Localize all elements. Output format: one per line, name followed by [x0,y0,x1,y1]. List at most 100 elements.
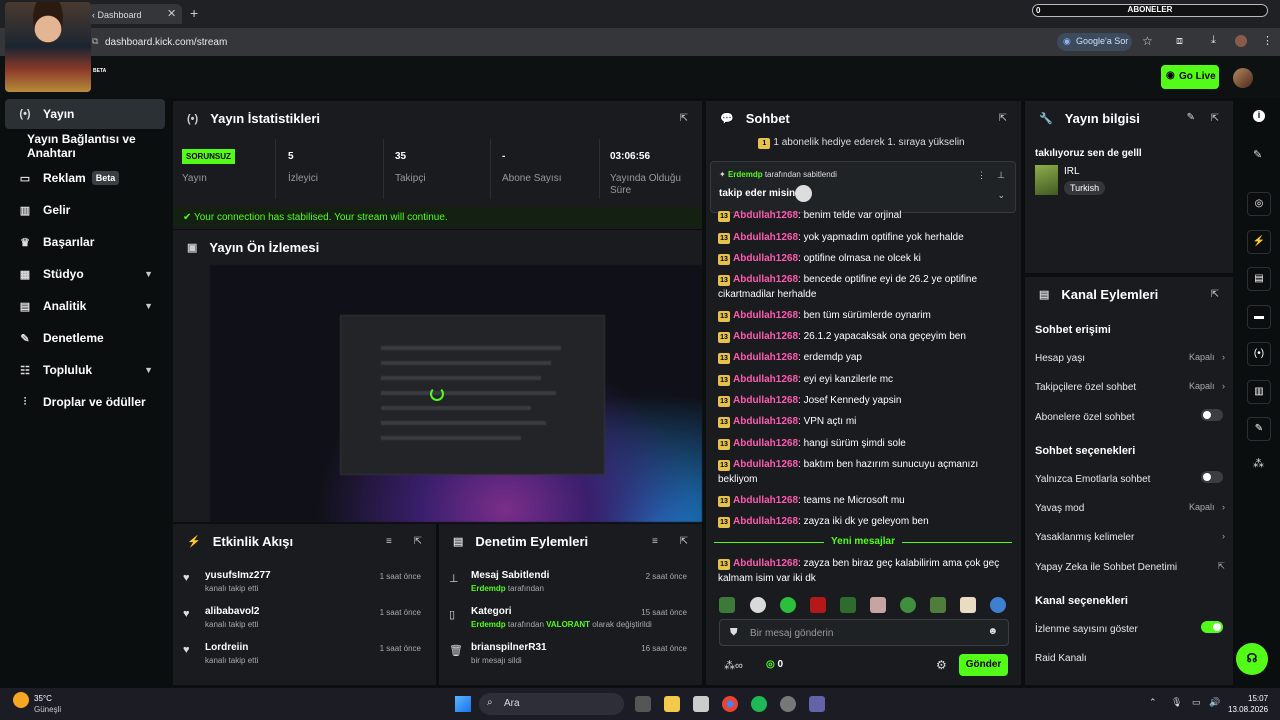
setting-account-age[interactable]: Hesap yaşı Kapalı › [1035,352,1225,364]
taskbar-search[interactable]: ⌕ Ara [479,693,624,715]
chat-username[interactable]: Abdullah1268 [733,438,798,449]
gift-banner[interactable]: 11 abonelik hediye ederek 1. sıraya yüks… [708,137,1015,155]
windows-start-icon[interactable] [455,696,471,712]
chat-username[interactable]: Abdullah1268 [733,395,798,406]
popout-icon[interactable]: ⇱ [1211,289,1219,300]
rail-chat-button[interactable]: ▬ [1247,305,1271,329]
setting-banned-words[interactable]: Yasaklanmış kelimeler › [1035,531,1225,543]
community-icon[interactable]: ⁂ [1253,457,1264,470]
extensions-icon[interactable]: ⧈ [1176,35,1183,48]
setting-slow-mode[interactable]: Yavaş mod Kapalı › [1035,502,1225,514]
emote-8[interactable] [930,597,946,613]
rail-info-button[interactable]: ✎ [1247,417,1271,441]
send-button[interactable]: Gönder [959,654,1008,676]
chat-username[interactable]: Abdullah1268 [733,495,798,506]
app-icon[interactable] [780,696,796,712]
emote-only-toggle[interactable] [1201,471,1223,483]
task-view-icon[interactable] [635,696,651,712]
subs-only-toggle[interactable] [1201,409,1223,421]
volume-icon[interactable]: 🔊 [1209,697,1220,708]
download-icon[interactable]: ⤓ [1211,34,1216,47]
emote-2[interactable] [750,597,766,613]
chat-input[interactable]: ⛊ Bir mesaj gönderin ☻ [719,619,1009,646]
chat-username[interactable]: Abdullah1268 [733,210,798,221]
emote-1[interactable] [719,597,735,613]
rail-moderation-button[interactable]: ▤ [1247,267,1271,291]
chat-username[interactable]: Abdullah1268 [733,352,798,363]
sidebar-item-stream[interactable]: (•) Yayın [5,99,165,129]
new-messages-divider[interactable]: Yeni mesajlar [714,536,1012,547]
rail-actions-button[interactable]: ▥ [1247,380,1271,404]
emote-3[interactable] [780,597,796,613]
teams-icon[interactable] [809,696,825,712]
pencil-icon[interactable]: ✎ [1253,148,1262,161]
sidebar-item-moderation[interactable]: ✎ Denetleme [5,323,165,353]
rail-stream-button[interactable]: (•) [1247,342,1271,366]
edit-icon[interactable]: ✎ [1187,112,1195,123]
microphone-icon[interactable]: 🎙 [1171,697,1182,708]
emote-10[interactable] [990,597,1006,613]
info-icon[interactable]: i [1253,110,1265,122]
emote-6[interactable] [870,597,886,613]
url-field[interactable]: dashboard.kick.com/stream [105,37,227,48]
google-ask-button[interactable]: ◉ Google'a Sor [1057,33,1132,51]
sidebar-item-community[interactable]: ☷ Topluluk ▼ [5,355,165,385]
setting-followers-only[interactable]: Takipçilere özel sohbet Kapalı › [1035,381,1225,393]
chat-username[interactable]: Abdullah1268 [733,310,798,321]
stream-preview-video[interactable] [210,265,702,522]
popout-icon[interactable]: ⇱ [414,536,422,547]
clock-date[interactable]: 13.08.2026 [1228,705,1268,714]
emote-9[interactable] [960,597,976,613]
weather-icon[interactable] [13,692,29,708]
emote-7[interactable] [900,597,916,613]
help-button[interactable]: ☊ [1236,643,1268,675]
file-explorer-icon[interactable] [664,696,680,712]
popout-icon[interactable]: ⇱ [1211,113,1219,124]
sidebar-item-ads[interactable]: ▭ Reklam Beta [5,163,165,193]
sidebar-item-drops[interactable]: ⫶ Droplar ve ödüller [5,387,165,417]
chevron-down-icon[interactable]: ⌄ [997,190,1005,201]
menu-icon[interactable]: ⋮ [1262,34,1273,47]
category-name[interactable]: IRL [1064,166,1080,177]
emote-4[interactable] [810,597,826,613]
popout-icon[interactable]: ⇱ [999,113,1007,124]
chat-username[interactable]: Abdullah1268 [733,558,798,569]
filter-icon[interactable]: ≡ [386,536,392,547]
chevron-up-icon[interactable]: ⌃ [1149,697,1157,708]
chat-username[interactable]: Abdullah1268 [733,274,798,285]
bookmark-star-icon[interactable]: ☆ [1142,34,1153,48]
setting-ai-moderation[interactable]: Yapay Zeka ile Sohbet Denetimi ⇱ [1035,561,1225,573]
profile-avatar[interactable] [1235,35,1247,47]
rail-preview-button[interactable]: ◎ [1247,192,1271,216]
go-live-button[interactable]: ◉ Go Live [1161,65,1219,89]
clock-time[interactable]: 15:07 [1248,694,1268,703]
chat-username[interactable]: Abdullah1268 [733,232,798,243]
moderation-user[interactable]: Erdemdp [471,620,506,629]
unpin-icon[interactable]: ⊥ [997,170,1005,181]
show-viewers-toggle[interactable] [1201,621,1223,633]
community-icon[interactable]: ⁂∞ [724,659,743,672]
emoji-icon[interactable]: ☻ [987,626,998,637]
chat-username[interactable]: Abdullah1268 [733,459,798,470]
sidebar-item-achievements[interactable]: ♛ Başarılar [5,227,165,257]
sidebar-item-analytics[interactable]: ▤ Analitik ▼ [5,291,165,321]
filter-icon[interactable]: ≡ [652,536,658,547]
sidebar-item-revenue[interactable]: ▥ Gelir [5,195,165,225]
new-tab-icon[interactable]: + [190,5,198,21]
site-info-icon[interactable]: ⧉ [92,36,98,47]
sidebar-item-studio[interactable]: ▦ Stüdyo ▼ [5,259,165,289]
setting-raid[interactable]: Raid Kanalı [1035,653,1225,664]
tab-close-icon[interactable]: ✕ [167,7,176,20]
chat-username[interactable]: Abdullah1268 [733,374,798,385]
points-counter[interactable]: ◎ 0 [766,659,783,670]
network-icon[interactable]: ▭ [1192,697,1201,708]
chat-username[interactable]: Abdullah1268 [733,331,798,342]
gear-icon[interactable]: ⚙ [936,658,947,672]
chat-username[interactable]: Abdullah1268 [733,253,798,264]
moderation-user[interactable]: Erdemdp [471,584,506,593]
spotify-icon[interactable] [751,696,767,712]
chrome-icon[interactable] [722,696,738,712]
popout-icon[interactable]: ⇱ [680,536,688,547]
rail-activity-button[interactable]: ⚡ [1247,230,1271,254]
chat-username[interactable]: Abdullah1268 [733,416,798,427]
